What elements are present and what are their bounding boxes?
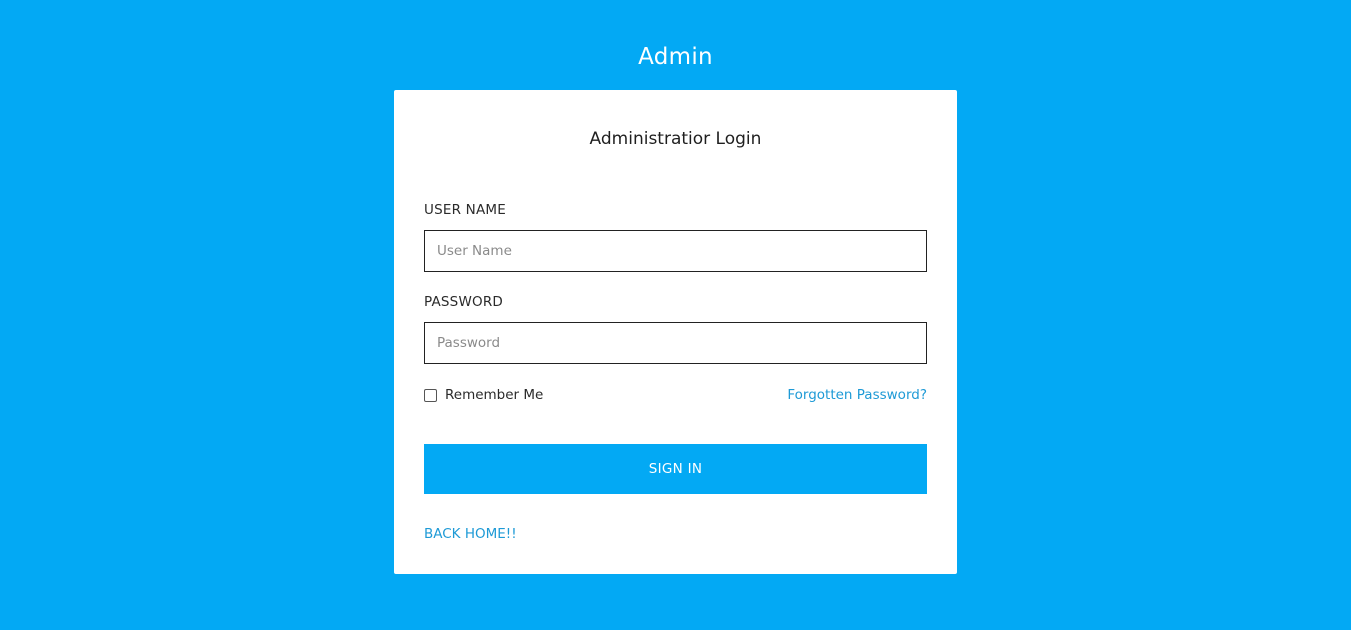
- sign-in-button[interactable]: SIGN IN: [424, 444, 927, 494]
- username-label: USER NAME: [424, 202, 506, 218]
- login-card: Administratior Login USER NAME PASSWORD …: [394, 90, 957, 574]
- username-input[interactable]: [424, 230, 927, 272]
- page-heading: Admin: [638, 44, 713, 70]
- back-home-link[interactable]: BACK HOME!!: [424, 524, 517, 544]
- remember-me-row: Remember Me: [424, 384, 543, 406]
- login-card-title: Administratior Login: [589, 129, 762, 149]
- password-input[interactable]: [424, 322, 927, 364]
- password-label: PASSWORD: [424, 294, 504, 310]
- remember-me-label[interactable]: Remember Me: [445, 385, 543, 405]
- remember-me-checkbox[interactable]: [424, 388, 437, 402]
- forgot-password-link[interactable]: Forgotten Password?: [787, 384, 927, 406]
